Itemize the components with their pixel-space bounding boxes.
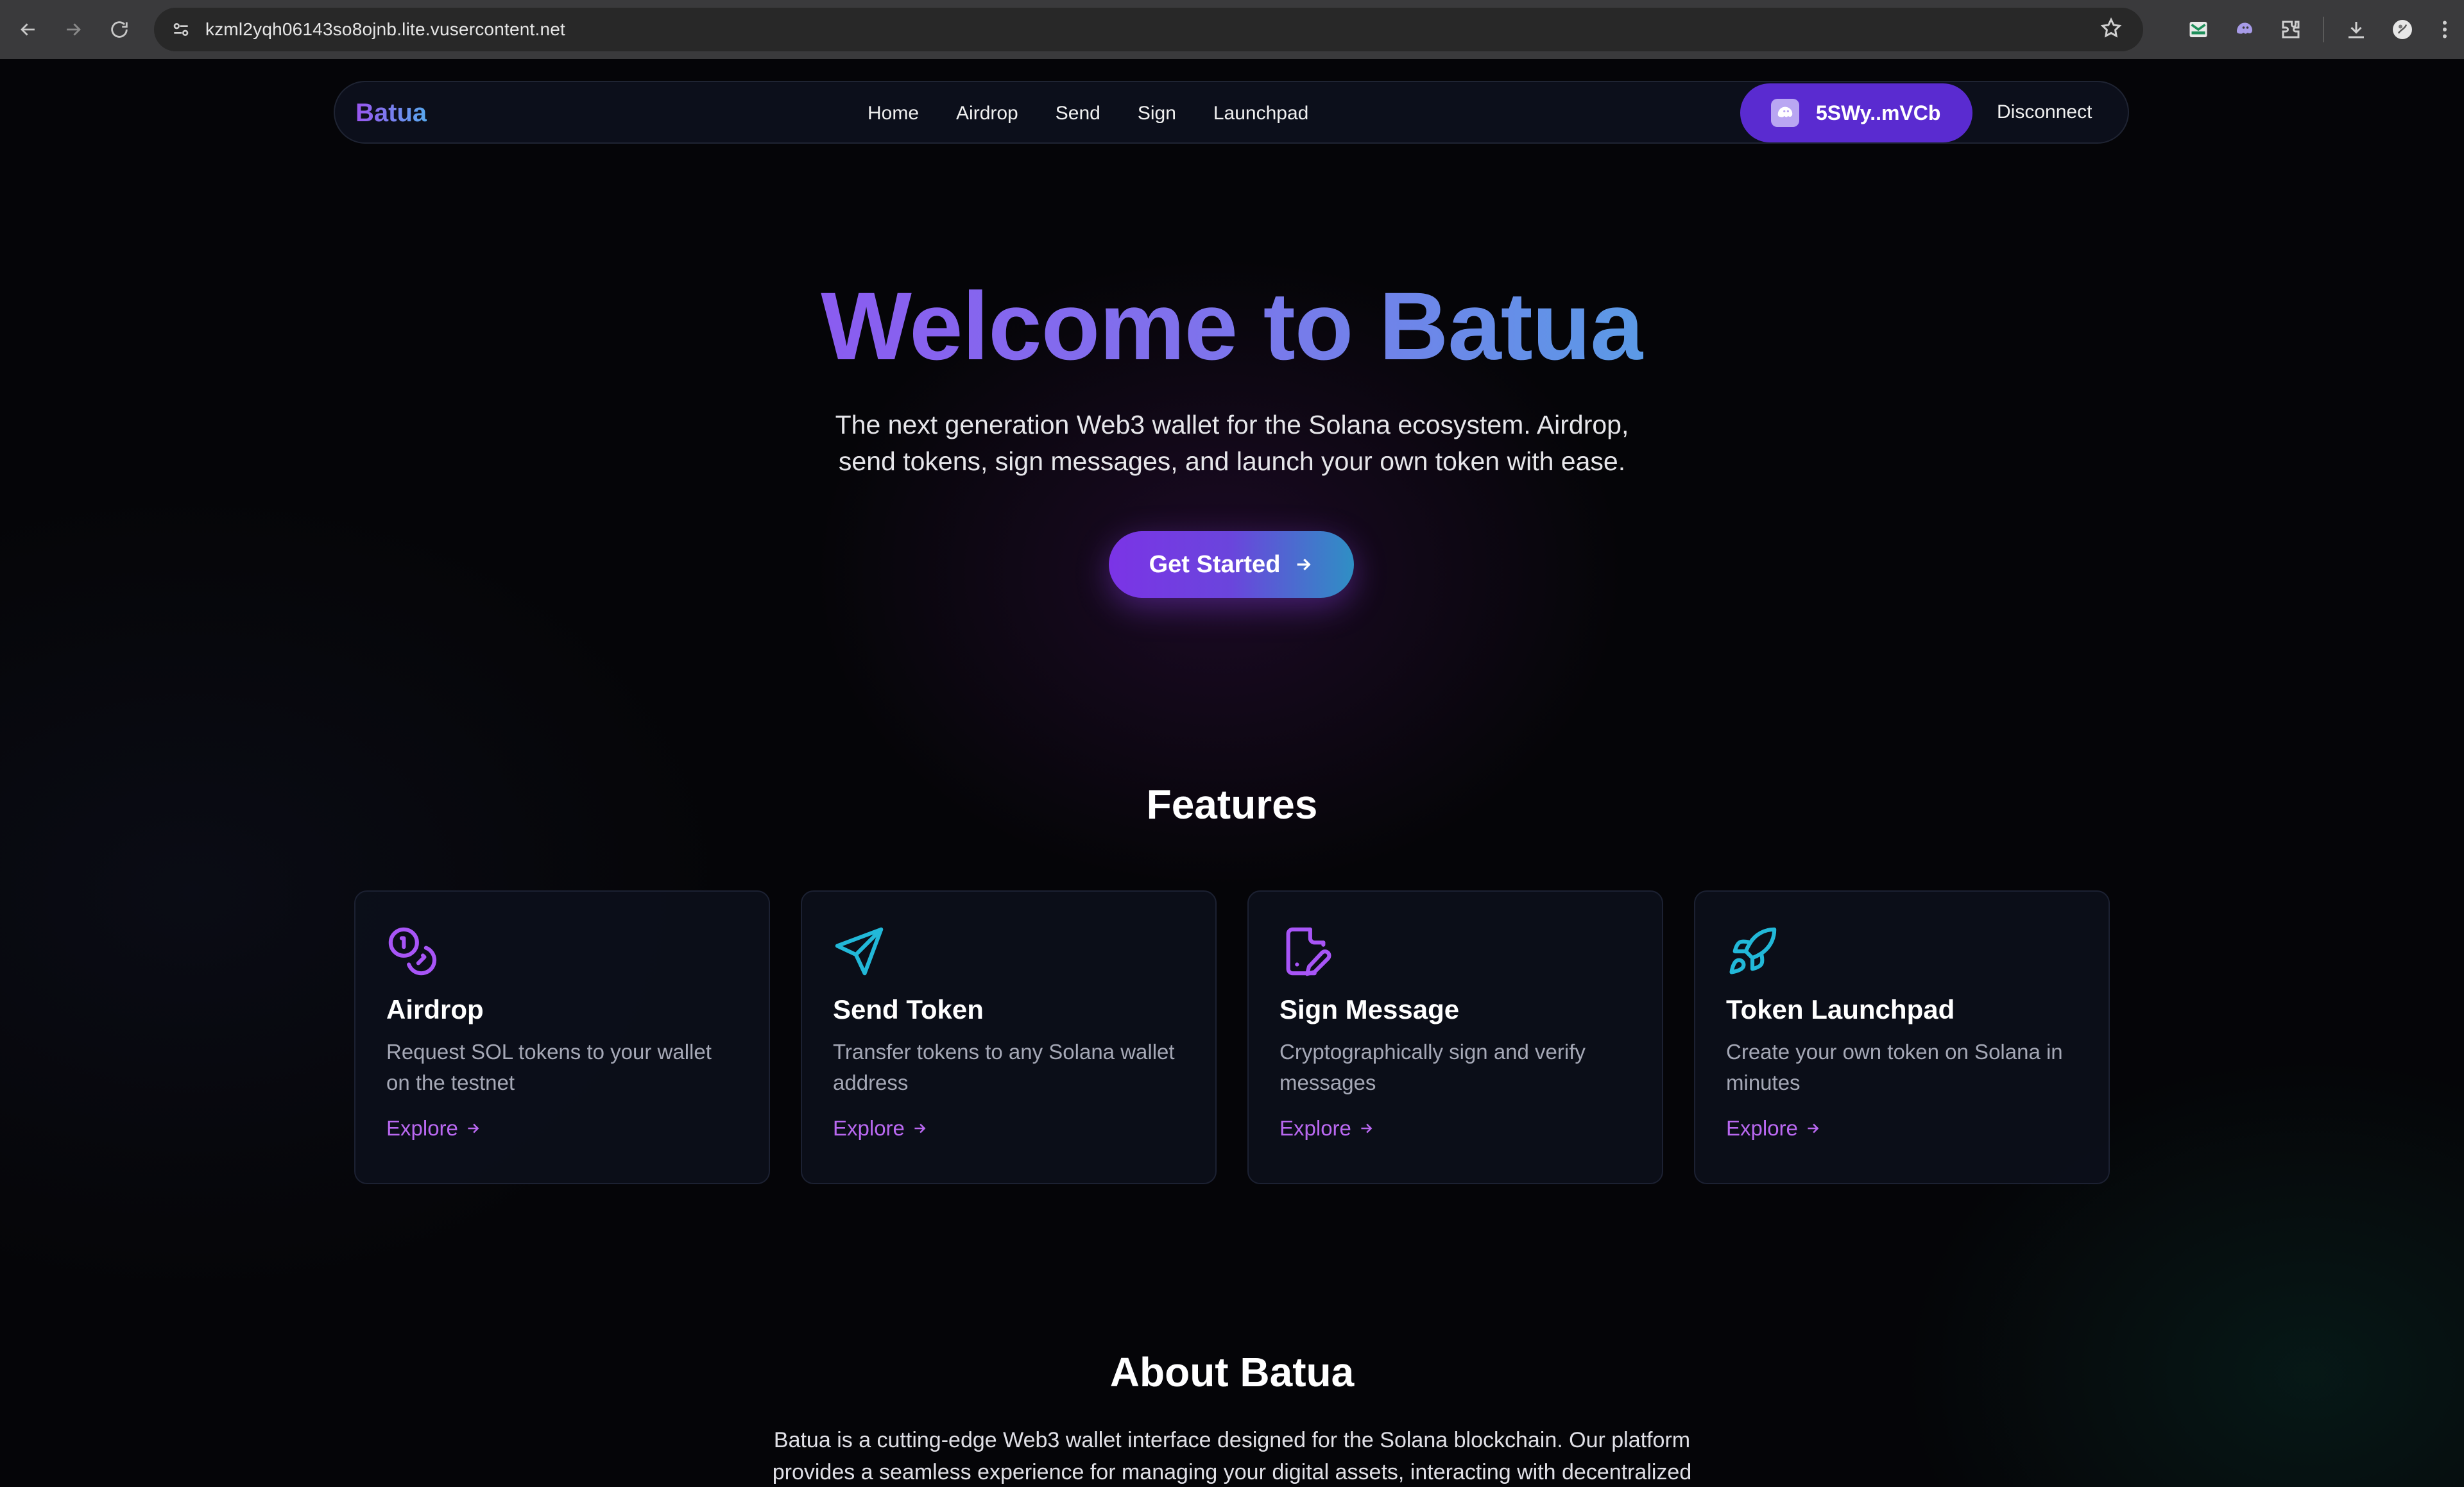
site-info-icon[interactable] — [167, 15, 195, 44]
hero-subtitle: The next generation Web3 wallet for the … — [802, 407, 1662, 480]
wallet-address-button[interactable]: 5SWy..mVCb — [1740, 83, 1972, 142]
feature-card-token-launchpad[interactable]: Token Launchpad Create your own token on… — [1694, 890, 2110, 1184]
feature-description-line: messages — [1279, 1071, 1376, 1094]
disconnect-button[interactable]: Disconnect — [1997, 101, 2092, 123]
hero-title-text: Welcome to Batua — [821, 272, 1643, 380]
get-started-label: Get Started — [1149, 550, 1281, 578]
feature-card-send-token[interactable]: Send Token Transfer tokens to any Solana… — [801, 890, 1217, 1184]
rocket-icon — [1726, 925, 1779, 978]
reload-button[interactable] — [96, 6, 142, 53]
wallet-address-text: 5SWy..mVCb — [1816, 101, 1941, 124]
feature-title: Send Token — [833, 994, 984, 1024]
feature-description-line: Create your own token on Solana in — [1726, 1040, 2063, 1064]
feature-description: Request SOL tokens to your wallet on the… — [386, 1037, 746, 1098]
arrow-right-icon — [468, 1123, 479, 1134]
feature-title: Airdrop — [386, 994, 484, 1024]
about-text-line: provides a seamless experience for manag… — [772, 1460, 1692, 1484]
feature-title: Token Launchpad — [1726, 994, 1955, 1024]
hero-subtitle-line: The next generation Web3 wallet for the … — [835, 410, 1629, 439]
explore-link[interactable]: Explore — [833, 1116, 928, 1141]
file-signature-icon — [1279, 925, 1332, 978]
address-bar[interactable]: kzml2yqh06143so8ojnb.lite.vusercontent.n… — [154, 8, 2143, 51]
profile-avatar[interactable] — [2379, 6, 2426, 53]
hero-title: Welcome to Batua — [0, 271, 2464, 382]
extension-mail-icon[interactable] — [2175, 6, 2221, 53]
top-navbar: Batua Home Airdrop Send Sign Launchpad 5… — [334, 81, 2129, 144]
download-icon[interactable] — [2333, 6, 2379, 53]
explore-link[interactable]: Explore — [386, 1116, 481, 1141]
send-icon — [833, 925, 886, 978]
get-started-button[interactable]: Get Started — [1109, 531, 1354, 598]
bookmark-star-icon[interactable] — [2100, 17, 2125, 42]
explore-link-label: Explore — [1726, 1116, 1798, 1140]
browser-toolbar: kzml2yqh06143so8ojnb.lite.vusercontent.n… — [0, 0, 2464, 59]
feature-description-line: Cryptographically sign and verify — [1279, 1040, 1586, 1064]
explore-link-label: Explore — [386, 1116, 458, 1140]
extension-phantom-icon[interactable] — [2221, 6, 2268, 53]
nav-link-airdrop[interactable]: Airdrop — [956, 103, 1018, 124]
brand-logo[interactable]: Batua — [355, 99, 427, 128]
feature-description: Transfer tokens to any Solana wallet add… — [833, 1037, 1192, 1098]
reload-icon — [111, 21, 128, 38]
about-heading: About Batua — [1109, 1349, 1355, 1395]
feature-description-line: Transfer tokens to any Solana wallet — [833, 1040, 1175, 1064]
about-text: Batua is a cutting-edge Web3 wallet inte… — [757, 1424, 1707, 1487]
browser-menu-icon[interactable] — [2426, 6, 2464, 53]
explore-link[interactable]: Explore — [1726, 1116, 1821, 1141]
nav-link-home[interactable]: Home — [868, 103, 919, 124]
nav-links: Home Airdrop Send Sign Launchpad — [868, 82, 1346, 145]
feature-description: Cryptographically sign and verify messag… — [1279, 1037, 1639, 1098]
coins-icon — [386, 925, 439, 978]
arrow-right-icon — [1361, 1123, 1373, 1134]
feature-description: Create your own token on Solana in minut… — [1726, 1037, 2085, 1098]
explore-link[interactable]: Explore — [1279, 1116, 1374, 1141]
feature-description-line: Request SOL tokens to your wallet — [386, 1040, 712, 1064]
arrow-right-icon — [914, 1123, 926, 1134]
nav-link-send[interactable]: Send — [1056, 103, 1100, 124]
nav-link-launchpad[interactable]: Launchpad — [1213, 103, 1308, 124]
arrow-left-icon — [21, 23, 35, 36]
phantom-wallet-icon — [1771, 99, 1799, 127]
nav-link-sign[interactable]: Sign — [1138, 103, 1176, 124]
toolbar-separator — [2323, 17, 2324, 42]
feature-description-line: address — [833, 1071, 909, 1094]
back-button[interactable] — [5, 6, 51, 53]
page: Batua Home Airdrop Send Sign Launchpad 5… — [0, 59, 2464, 1487]
feature-description-line: on the testnet — [386, 1071, 515, 1094]
extensions-puzzle-icon[interactable] — [2268, 6, 2314, 53]
explore-link-label: Explore — [833, 1116, 905, 1140]
arrow-right-icon — [67, 23, 81, 36]
url-text[interactable]: kzml2yqh06143so8ojnb.lite.vusercontent.n… — [205, 19, 565, 40]
forward-button[interactable] — [50, 6, 96, 53]
features-heading: Features — [1146, 781, 1318, 828]
about-text-line: Batua is a cutting-edge Web3 wallet inte… — [773, 1428, 1691, 1452]
hero-subtitle-line: send tokens, sign messages, and launch y… — [838, 446, 1626, 476]
arrow-right-icon — [1808, 1123, 1819, 1134]
arrow-right-icon — [1297, 558, 1312, 571]
feature-card-airdrop[interactable]: Airdrop Request SOL tokens to your walle… — [354, 890, 770, 1184]
feature-title: Sign Message — [1279, 994, 1460, 1024]
feature-card-sign-message[interactable]: Sign Message Cryptographically sign and … — [1247, 890, 1663, 1184]
explore-link-label: Explore — [1279, 1116, 1351, 1140]
feature-description-line: minutes — [1726, 1071, 1801, 1094]
